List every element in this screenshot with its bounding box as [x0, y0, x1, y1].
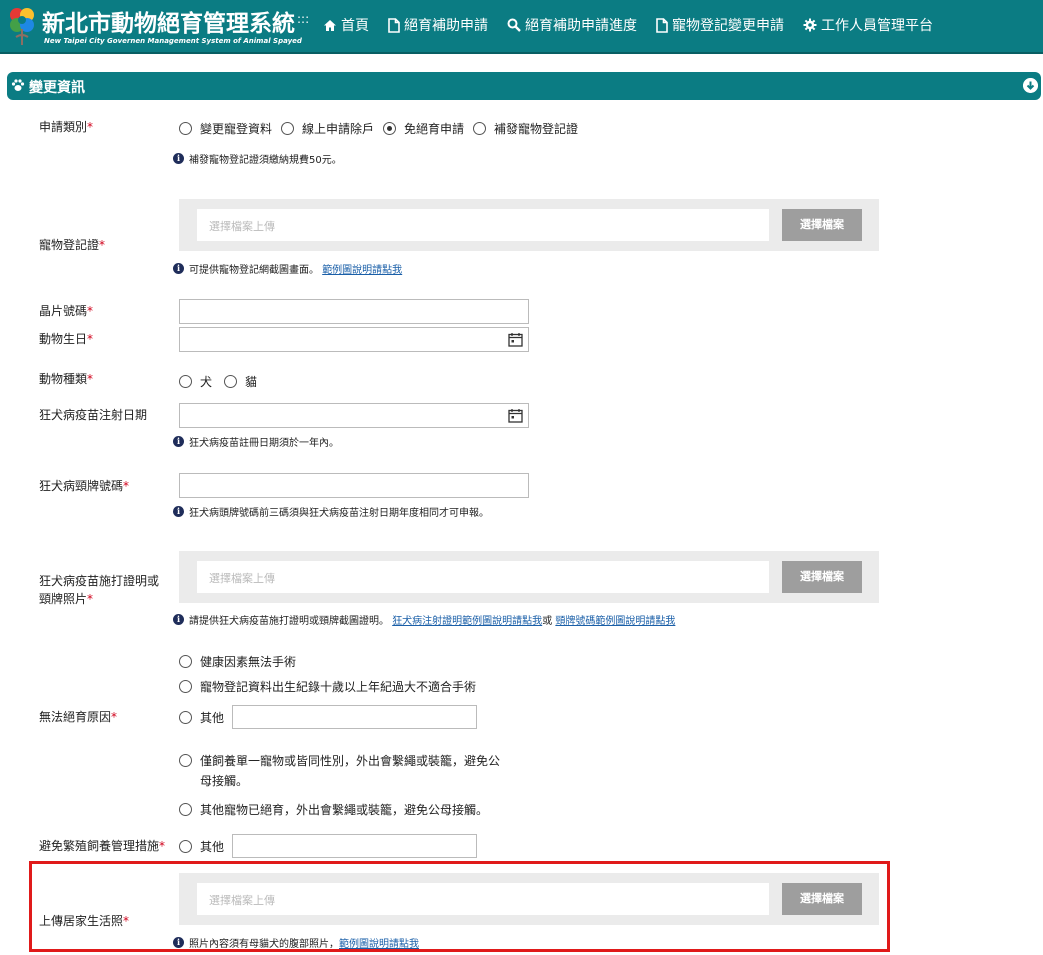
- life-photo-choose-button[interactable]: 選擇檔案: [782, 883, 862, 915]
- chip-label: 晶片號碼*: [39, 304, 94, 318]
- radio-exempt-sterilization[interactable]: 免絕育申請: [383, 120, 464, 137]
- species-radios: 犬 貓: [179, 373, 266, 390]
- radio-reissue-certificate[interactable]: 補發寵物登記證: [473, 120, 578, 137]
- apply-type-radios: 變更寵登資料 線上申請除戶 免絕育申請 補發寵物登記證: [179, 120, 587, 137]
- info-icon: i: [173, 506, 184, 517]
- rabies-injection-example-link[interactable]: 狂犬病注射證明範例圖說明請點我: [392, 612, 542, 627]
- nav-subsidy-progress-label: 絕育補助申請進度: [525, 18, 637, 34]
- life-photo-file-field[interactable]: 選擇檔案上傳: [197, 883, 769, 915]
- info-icon: i: [173, 614, 184, 625]
- nav-home-label: 首頁: [341, 18, 369, 34]
- paw-icon: [11, 79, 25, 91]
- radio-other-reason[interactable]: 其他: [179, 708, 224, 728]
- radio-single-pet-measure[interactable]: 僅飼養單一寵物或皆同性別，外出會繫繩或裝籠，避免公 母接觸。: [179, 751, 500, 791]
- info-icon: i: [173, 153, 184, 164]
- rabies-date-hint: i 狂犬病疫苗註冊日期須於一年內。: [173, 434, 339, 449]
- pet-cert-hint: i 可提供寵物登記網截圖畫面。 範例圖說明請點我: [173, 261, 402, 276]
- section-title: 變更資訊: [29, 80, 85, 96]
- rabies-tag-label: 狂犬病頸牌號碼*: [39, 479, 130, 493]
- rabies-tag-input[interactable]: [179, 473, 529, 498]
- search-icon: [507, 18, 521, 32]
- radio-health-reason[interactable]: 健康因素無法手術: [179, 652, 296, 672]
- circle-arrow-down-icon[interactable]: [1023, 78, 1038, 93]
- rabies-date-input[interactable]: [179, 403, 529, 428]
- calendar-icon[interactable]: [508, 332, 523, 347]
- measure-label: 避免繁殖飼養管理措施*: [39, 839, 166, 853]
- life-photo-upload: 選擇檔案上傳 選擇檔案: [179, 873, 879, 925]
- pet-cert-upload: 選擇檔案上傳 選擇檔案: [179, 199, 879, 251]
- radio-change-registration[interactable]: 變更寵登資料: [179, 120, 272, 137]
- nav-subsidy-apply-label: 絕育補助申請: [404, 18, 488, 34]
- document-icon: [388, 17, 400, 33]
- nav-home[interactable]: 首頁: [323, 15, 369, 35]
- tag-number-example-link[interactable]: 頸牌號碼範例圖說明請點我: [555, 612, 675, 627]
- gear-icon: [803, 18, 817, 32]
- pet-cert-choose-button[interactable]: 選擇檔案: [782, 209, 862, 241]
- rabies-tag-hint: i 狂犬病頭牌號碼前三碼須與狂犬病疫苗注射日期年度相同才可申報。: [173, 504, 489, 519]
- birthday-label: 動物生日*: [39, 332, 94, 346]
- document-icon: [656, 17, 668, 33]
- nav-subsidy-progress[interactable]: 絕育補助申請進度: [507, 15, 637, 35]
- nav-pet-change-label: 寵物登記變更申請: [672, 18, 784, 34]
- radio-others-sterilized-measure[interactable]: 其他寵物已絕育，外出會繫繩或裝籠，避免公母接觸。: [179, 800, 488, 820]
- pet-cert-file-field[interactable]: 選擇檔案上傳: [197, 209, 769, 241]
- site-subtitle: New Taipei City Governen Management Syst…: [44, 37, 302, 45]
- calendar-icon[interactable]: [508, 408, 523, 423]
- pet-cert-label: 寵物登記證*: [39, 238, 106, 252]
- main-nav: 首頁 絕育補助申請 絕育補助申請進度 寵物登記變更申請 工作人員管理平台: [323, 15, 952, 35]
- nav-pet-change[interactable]: 寵物登記變更申請: [656, 15, 784, 35]
- other-measure-input[interactable]: [232, 834, 477, 858]
- life-photo-hint: i 照片內容須有母貓犬的腹部照片， 範例圖說明請點我: [173, 935, 419, 950]
- reason-label: 無法絕育原因*: [39, 710, 118, 724]
- site-title[interactable]: 新北市動物絕育管理系統: [42, 4, 295, 38]
- title-suffix: :::: [297, 12, 310, 26]
- radio-too-old-reason[interactable]: 寵物登記資料出生紀錄十歲以上年紀過大不適合手術: [179, 677, 476, 697]
- rabies-proof-label: 狂犬病疫苗施打證明或 頸牌照片*: [39, 574, 160, 606]
- radio-cat[interactable]: 貓: [224, 373, 257, 390]
- home-icon: [324, 19, 336, 31]
- radio-other-measure[interactable]: 其他: [179, 837, 224, 857]
- section-header[interactable]: 變更資訊: [7, 72, 1041, 100]
- radio-dog[interactable]: 犬: [179, 373, 212, 390]
- apply-type-hint: i 補發寵物登記證須繳納規費50元。: [173, 151, 342, 166]
- rabies-proof-hint: i 請提供狂犬病疫苗施打證明或頸牌截圖證明。 狂犬病注射證明範例圖說明請點我或 頸…: [173, 612, 675, 627]
- rabies-date-label: 狂犬病疫苗注射日期: [39, 408, 148, 422]
- radio-online-deregister[interactable]: 線上申請除戶: [281, 120, 374, 137]
- nav-staff-platform[interactable]: 工作人員管理平台: [803, 15, 933, 35]
- logo-icon: [10, 8, 34, 45]
- life-photo-label: 上傳居家生活照*: [39, 914, 130, 928]
- species-label: 動物種類*: [39, 372, 94, 386]
- apply-type-label: 申請類別*: [39, 120, 94, 134]
- rabies-proof-file-field[interactable]: 選擇檔案上傳: [197, 561, 769, 593]
- info-icon: i: [173, 263, 184, 274]
- chip-input[interactable]: [179, 299, 529, 324]
- rabies-proof-upload: 選擇檔案上傳 選擇檔案: [179, 551, 879, 603]
- nav-staff-platform-label: 工作人員管理平台: [821, 18, 933, 34]
- info-icon: i: [173, 937, 184, 948]
- life-photo-example-link[interactable]: 範例圖說明請點我: [339, 935, 419, 950]
- nav-subsidy-apply[interactable]: 絕育補助申請: [388, 15, 488, 35]
- other-reason-input[interactable]: [232, 705, 477, 729]
- birthday-input[interactable]: [179, 327, 529, 352]
- pet-cert-example-link[interactable]: 範例圖說明請點我: [322, 261, 402, 276]
- info-icon: i: [173, 436, 184, 447]
- rabies-proof-choose-button[interactable]: 選擇檔案: [782, 561, 862, 593]
- top-header: 新北市動物絕育管理系統 ::: New Taipei City Governen…: [0, 0, 1043, 54]
